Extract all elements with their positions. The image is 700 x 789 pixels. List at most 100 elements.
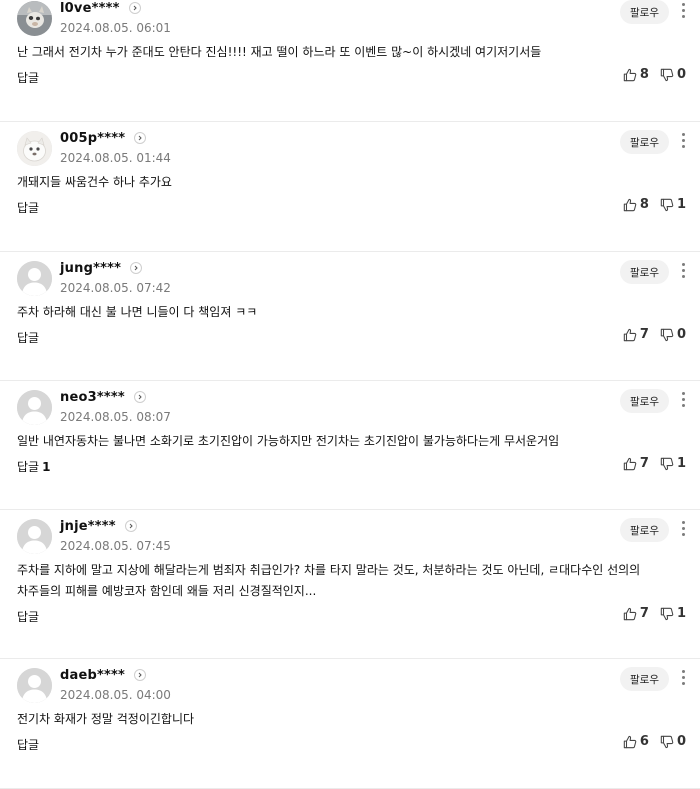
reply-button[interactable]: 답글 1	[17, 458, 50, 475]
nickname[interactable]: l0ve****	[60, 1, 120, 16]
dislike-button[interactable]: 0	[660, 67, 686, 82]
vote-group: 6 0	[612, 734, 686, 749]
more-vertical-icon[interactable]	[680, 670, 686, 688]
thumbs-up-icon	[623, 607, 637, 620]
comment-date: 2024.08.05. 08:07	[60, 410, 171, 424]
dislike-count: 1	[676, 456, 686, 471]
more-vertical-icon[interactable]	[680, 392, 686, 410]
vote-group: 7 1	[612, 606, 686, 621]
follow-button[interactable]: 팔로우	[620, 667, 669, 691]
vote-group: 7 1	[612, 456, 686, 471]
more-vertical-icon[interactable]	[680, 133, 686, 151]
comment-item: daeb**** 2024.08.05. 04:00 팔로우 전기차 화재가 정…	[0, 659, 700, 789]
like-button[interactable]: 7	[623, 606, 649, 621]
profile-link[interactable]: l0ve****	[60, 0, 141, 18]
comment-header: neo3**** 2024.08.05. 08:07 팔로우	[0, 381, 700, 425]
chevron-right-icon[interactable]	[134, 669, 146, 681]
profile-link[interactable]: daeb****	[60, 665, 146, 685]
dislike-count: 1	[676, 606, 686, 621]
chevron-right-icon[interactable]	[134, 132, 147, 144]
dislike-button[interactable]: 1	[660, 197, 686, 212]
comment-item: jnje**** 2024.08.05. 07:45 팔로우 주차를 지하에 말…	[0, 510, 700, 659]
avatar[interactable]	[17, 261, 52, 296]
comment-date: 2024.08.05. 01:44	[60, 151, 171, 165]
dislike-button[interactable]: 0	[660, 327, 686, 342]
more-vertical-icon[interactable]	[680, 521, 686, 539]
nickname[interactable]: jung****	[60, 261, 121, 276]
dislike-button[interactable]: 0	[660, 734, 686, 749]
vote-group: 7 0	[612, 327, 686, 342]
more-vertical-icon[interactable]	[680, 3, 686, 21]
reply-button[interactable]: 답글	[17, 69, 42, 86]
thumbs-down-icon	[660, 607, 674, 620]
follow-button[interactable]: 팔로우	[620, 518, 669, 542]
dislike-count: 1	[676, 197, 686, 212]
chevron-right-icon[interactable]	[128, 2, 141, 14]
comment-footer: 답글 7 1	[0, 602, 700, 644]
comment-date: 2024.08.05. 07:42	[60, 281, 171, 295]
comment-text: 주차를 지하에 말고 지상에 해달라는게 범죄자 취급인가? 차를 타지 말라는…	[17, 563, 641, 598]
reply-count: 1	[42, 460, 51, 474]
avatar[interactable]	[17, 1, 52, 36]
reply-label: 답글	[17, 610, 40, 624]
reply-label: 답글	[17, 71, 40, 85]
thumbs-down-icon	[660, 735, 674, 748]
comment-text: 난 그래서 전기차 누가 준대도 안탄다 진심!!!! 재고 떨이 하느라 또 …	[17, 45, 542, 59]
profile-link[interactable]: 005p****	[60, 128, 147, 148]
more-vertical-icon[interactable]	[680, 263, 686, 281]
comment-header: jung**** 2024.08.05. 07:42 팔로우	[0, 252, 700, 296]
reply-button[interactable]: 답글	[17, 608, 42, 625]
comment-header: jnje**** 2024.08.05. 07:45 팔로우	[0, 510, 700, 554]
like-count: 6	[639, 734, 649, 749]
like-button[interactable]: 6	[623, 734, 649, 749]
comment-footer: 답글 7 0	[0, 323, 700, 365]
like-button[interactable]: 7	[623, 456, 649, 471]
follow-button[interactable]: 팔로우	[620, 260, 669, 284]
comment-date: 2024.08.05. 04:00	[60, 688, 171, 702]
dislike-button[interactable]: 1	[660, 606, 686, 621]
like-button[interactable]: 7	[623, 327, 649, 342]
reply-label: 답글	[17, 460, 40, 474]
comment-date: 2024.08.05. 06:01	[60, 21, 171, 35]
thumbs-down-icon	[660, 328, 674, 341]
thumbs-up-icon	[623, 68, 637, 81]
thumbs-up-icon	[623, 457, 637, 470]
profile-link[interactable]: jung****	[60, 258, 143, 278]
vote-group: 8 0	[612, 67, 686, 82]
comment-header: l0ve**** 2024.08.05. 06:01 팔로우	[0, 0, 700, 36]
avatar[interactable]	[17, 668, 52, 703]
dislike-count: 0	[676, 327, 686, 342]
chevron-right-icon[interactable]	[124, 520, 137, 532]
profile-link[interactable]: jnje****	[60, 516, 137, 536]
follow-button[interactable]: 팔로우	[620, 389, 669, 413]
dislike-button[interactable]: 1	[660, 456, 686, 471]
like-button[interactable]: 8	[623, 197, 649, 212]
chevron-right-icon[interactable]	[130, 262, 143, 274]
reply-button[interactable]: 답글	[17, 736, 42, 753]
comment-footer: 답글 8 0	[0, 63, 700, 105]
like-button[interactable]: 8	[623, 67, 649, 82]
nickname[interactable]: neo3****	[60, 390, 125, 405]
thumbs-down-icon	[660, 68, 674, 81]
dislike-count: 0	[676, 67, 686, 82]
nickname[interactable]: daeb****	[60, 668, 125, 683]
reply-button[interactable]: 답글	[17, 329, 42, 346]
comment-text: 주차 하라해 대신 불 나면 니들이 다 책임져 ㅋㅋ	[17, 305, 258, 319]
avatar[interactable]	[17, 390, 52, 425]
comment-item: neo3**** 2024.08.05. 08:07 팔로우 일반 내연자동차는…	[0, 381, 700, 510]
chevron-right-icon[interactable]	[133, 391, 146, 403]
follow-button[interactable]: 팔로우	[620, 0, 669, 24]
avatar[interactable]	[17, 519, 52, 554]
nickname[interactable]: 005p****	[60, 131, 125, 146]
dislike-count: 0	[676, 734, 686, 749]
profile-link[interactable]: neo3****	[60, 387, 146, 407]
nickname[interactable]: jnje****	[60, 519, 116, 534]
comment-header: 005p**** 2024.08.05. 01:44 팔로우	[0, 122, 700, 166]
follow-button[interactable]: 팔로우	[620, 130, 669, 154]
comment-footer: 답글 1 7 1	[0, 452, 700, 494]
comment-item: l0ve**** 2024.08.05. 06:01 팔로우 난 그래서 전기차…	[0, 0, 700, 122]
vote-group: 8 1	[612, 197, 686, 212]
reply-button[interactable]: 답글	[17, 199, 42, 216]
like-count: 8	[639, 67, 649, 82]
avatar[interactable]	[17, 131, 52, 166]
